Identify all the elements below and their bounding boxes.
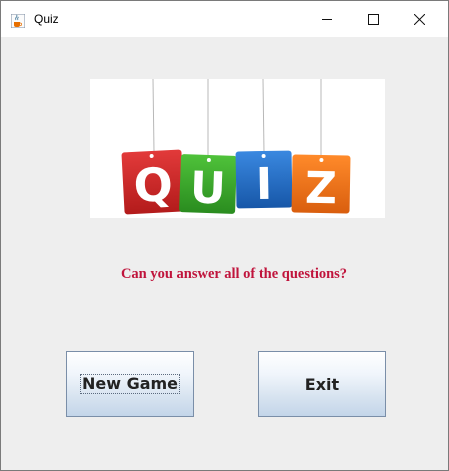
exit-button[interactable]: Exit (258, 351, 386, 417)
logo-letter-u: U (189, 162, 226, 214)
logo-letter-q: Q (132, 157, 174, 213)
question-prompt: Can you answer all of the questions? (120, 266, 348, 282)
new-game-button[interactable]: New Game (66, 351, 194, 417)
maximize-button[interactable] (350, 1, 396, 37)
close-button[interactable] (396, 1, 442, 37)
title-bar[interactable]: Quiz (1, 1, 448, 37)
quiz-logo-image: Q U I Z (90, 78, 385, 218)
logo-letter-z: Z (305, 163, 338, 215)
quiz-window: Quiz Q U I Z Can you answer all of the q… (0, 0, 449, 471)
minimize-button[interactable] (304, 1, 350, 37)
close-icon (413, 13, 425, 25)
maximize-icon (367, 13, 379, 25)
content-panel: Q U I Z Can you answer all of the questi… (1, 37, 448, 470)
java-cup-icon (10, 13, 26, 29)
logo-tile-i: I (235, 150, 293, 210)
exit-label: Exit (304, 374, 340, 394)
logo-tile-q: Q (121, 149, 185, 215)
logo-letter-i: I (255, 159, 272, 210)
logo-tile-z: Z (291, 154, 351, 215)
minimize-icon (321, 14, 333, 25)
new-game-label: New Game (79, 374, 181, 394)
window-title: Quiz (34, 12, 59, 26)
logo-tile-u: U (179, 154, 237, 215)
